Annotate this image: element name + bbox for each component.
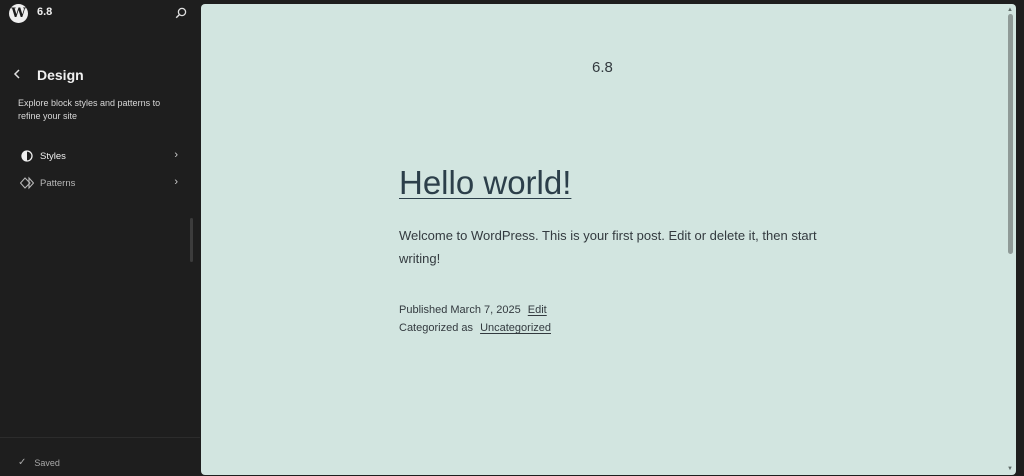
half-circle-icon <box>21 150 33 162</box>
sidebar-item-patterns[interactable]: Patterns › <box>14 173 184 193</box>
sidebar-item-label: Styles <box>40 150 66 162</box>
sidebar-item-styles[interactable]: Styles › <box>14 146 184 166</box>
search-icon[interactable] <box>175 7 187 19</box>
section-description: Explore block styles and patterns to ref… <box>18 98 161 121</box>
post-category-meta: Categorized as Uncategorized <box>399 322 551 334</box>
preview-site-title[interactable]: 6.8 <box>592 59 613 76</box>
post-title[interactable]: Hello world! <box>399 164 571 202</box>
diamond-icon <box>20 176 34 190</box>
wordpress-logo-icon[interactable]: W <box>9 4 28 23</box>
section-title: Design <box>37 67 84 83</box>
topbar: W 6.8 <box>0 0 200 28</box>
categorized-prefix: Categorized as <box>399 322 473 334</box>
sidebar: W 6.8 Design Explore block styles and pa… <box>0 0 200 476</box>
published-prefix: Published <box>399 304 448 316</box>
sidebar-scrollbar[interactable] <box>190 218 193 262</box>
chevron-left-icon <box>13 69 20 79</box>
post-date-meta: Published March 7, 2025 Edit <box>399 304 547 316</box>
back-button[interactable] <box>13 68 25 82</box>
save-status-label: Saved <box>34 457 60 468</box>
scroll-up-arrow-icon[interactable]: ▲ <box>1007 7 1013 13</box>
sidebar-item-label: Patterns <box>40 177 76 189</box>
category-link[interactable]: Uncategorized <box>480 322 551 334</box>
site-editor: W 6.8 Design Explore block styles and pa… <box>0 0 1024 476</box>
site-title[interactable]: 6.8 <box>37 6 52 18</box>
edit-link[interactable]: Edit <box>528 304 547 316</box>
site-preview[interactable]: 6.8 Hello world! Welcome to WordPress. T… <box>201 4 1016 475</box>
chevron-right-icon: › <box>174 176 178 188</box>
post-content: Welcome to WordPress. This is your first… <box>399 228 817 266</box>
preview-scrollbar[interactable] <box>1008 14 1013 254</box>
scroll-down-arrow-icon[interactable]: ▼ <box>1007 466 1013 472</box>
chevron-right-icon: › <box>174 149 178 161</box>
save-status: ✓ Saved <box>18 457 60 468</box>
published-date: March 7, 2025 <box>450 304 521 316</box>
check-icon: ✓ <box>18 457 27 468</box>
divider <box>0 437 200 438</box>
